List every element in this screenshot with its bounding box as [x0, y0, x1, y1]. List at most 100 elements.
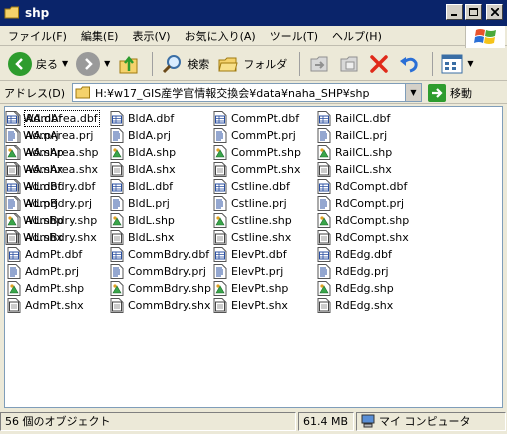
- file-item[interactable]: RdEdg.prj: [317, 263, 389, 280]
- file-item[interactable]: WA.shx: [5, 161, 63, 178]
- address-field[interactable]: H:¥w17_GIS産学官情報交換会¥data¥naha_SHP¥shp ▼: [72, 83, 422, 102]
- folder-icon: [75, 86, 90, 98]
- file-item[interactable]: WA.prj: [5, 127, 59, 144]
- prj-file-icon: [317, 264, 331, 279]
- prj-file-icon: [213, 196, 227, 211]
- prj-file-icon: [110, 264, 124, 279]
- file-name: CommPt.prj: [231, 129, 296, 142]
- file-name: Cstline.dbf: [231, 180, 290, 193]
- file-item[interactable]: RdCompt.shx: [317, 229, 409, 246]
- toolbar-separator: [432, 51, 434, 76]
- up-folder-button[interactable]: [116, 50, 142, 78]
- file-item[interactable]: ElevPt.shx: [213, 297, 288, 314]
- file-item[interactable]: BldL.shp: [110, 212, 175, 229]
- menu-view[interactable]: 表示(V): [132, 28, 170, 44]
- maximize-icon: [469, 8, 478, 16]
- menu-file[interactable]: ファイル(F): [8, 28, 67, 44]
- menu-favorites[interactable]: お気に入り(A): [185, 28, 256, 44]
- file-item[interactable]: BldA.dbf: [110, 110, 174, 127]
- prj-file-icon: [213, 264, 227, 279]
- file-item[interactable]: RailCL.dbf: [317, 110, 390, 127]
- views-dropdown-icon[interactable]: ▼: [467, 59, 473, 68]
- shp-file-icon: [213, 281, 227, 296]
- file-item[interactable]: RailCL.shx: [317, 161, 392, 178]
- title-bar[interactable]: shp: [0, 0, 507, 26]
- menu-edit[interactable]: 編集(E): [81, 28, 119, 44]
- file-item[interactable]: ElevPt.prj: [213, 263, 283, 280]
- back-dropdown-icon[interactable]: ▼: [62, 59, 68, 68]
- file-name: RdCompt.dbf: [335, 180, 408, 193]
- file-item[interactable]: BldA.shp: [110, 144, 176, 161]
- file-item[interactable]: Cstline.shp: [213, 212, 292, 229]
- file-item[interactable]: RdEdg.shx: [317, 297, 393, 314]
- undo-button[interactable]: [396, 50, 422, 78]
- file-item[interactable]: CommPt.prj: [213, 127, 296, 144]
- file-item[interactable]: WL.prj: [5, 195, 58, 212]
- file-item[interactable]: WA.shp: [5, 144, 64, 161]
- file-item[interactable]: RailCL.shp: [317, 144, 392, 161]
- file-item[interactable]: Cstline.dbf: [213, 178, 290, 195]
- file-item[interactable]: BldA.shx: [110, 161, 176, 178]
- file-item[interactable]: RdCompt.dbf: [317, 178, 407, 195]
- shp-file-icon: [213, 145, 227, 160]
- folders-button[interactable]: フォルダ: [215, 50, 289, 78]
- file-name: WL.prj: [23, 197, 59, 210]
- file-item[interactable]: Cstline.shx: [213, 229, 291, 246]
- file-item[interactable]: RdCompt.prj: [317, 195, 404, 212]
- file-item[interactable]: CommBdry.dbf: [110, 246, 209, 263]
- close-button[interactable]: [486, 4, 503, 20]
- file-item[interactable]: ElevPt.dbf: [213, 246, 287, 263]
- file-item[interactable]: AdmPt.prj: [7, 263, 79, 280]
- file-name: AdmPt.dbf: [25, 248, 83, 261]
- file-name: RailCL.dbf: [335, 112, 391, 125]
- forward-dropdown-icon[interactable]: ▼: [104, 59, 110, 68]
- file-item[interactable]: Cstline.prj: [213, 195, 287, 212]
- prj-file-icon: [110, 196, 124, 211]
- file-item[interactable]: RdCompt.shp: [317, 212, 409, 229]
- file-item[interactable]: AdmPt.shx: [7, 297, 84, 314]
- file-item[interactable]: RdEdg.shp: [317, 280, 394, 297]
- move-to-button[interactable]: [306, 50, 332, 78]
- file-name: AdmPt.prj: [25, 265, 80, 278]
- shx-file-icon: [213, 162, 227, 177]
- file-item[interactable]: CommBdry.prj: [110, 263, 206, 280]
- dbf-file-icon: [317, 111, 331, 126]
- file-item[interactable]: WL.shp: [5, 212, 63, 229]
- file-list[interactable]: AdmArea.dbf AdmArea.prj AdmArea.shp AdmArea…: [4, 106, 503, 408]
- file-item[interactable]: BldL.shx: [110, 229, 174, 246]
- copy-to-button[interactable]: [336, 50, 362, 78]
- file-item[interactable]: CommBdry.shx: [110, 297, 211, 314]
- file-item[interactable]: RdEdg.dbf: [317, 246, 392, 263]
- file-name: RdEdg.dbf: [335, 248, 392, 261]
- menu-help[interactable]: ヘルプ(H): [332, 28, 382, 44]
- views-button[interactable]: ▼: [439, 50, 475, 78]
- maximize-button[interactable]: [465, 4, 482, 20]
- prj-file-icon: [317, 196, 331, 211]
- file-item[interactable]: BldA.prj: [110, 127, 171, 144]
- shx-file-icon: [317, 298, 331, 313]
- file-item[interactable]: WL.shx: [5, 229, 63, 246]
- file-item[interactable]: WL.dbf: [5, 178, 61, 195]
- go-button[interactable]: 移動: [428, 83, 472, 102]
- delete-button[interactable]: [366, 50, 392, 78]
- file-item[interactable]: AdmPt.shp: [7, 280, 84, 297]
- minimize-button[interactable]: [446, 4, 463, 20]
- shp-file-icon: [7, 281, 21, 296]
- file-item[interactable]: CommBdry.shp: [110, 280, 211, 297]
- file-item[interactable]: CommPt.dbf: [213, 110, 299, 127]
- address-dropdown-button[interactable]: ▼: [405, 84, 421, 101]
- file-item[interactable]: CommPt.shp: [213, 144, 301, 161]
- menu-tools[interactable]: ツール(T): [270, 28, 318, 44]
- file-item[interactable]: CommPt.shx: [213, 161, 301, 178]
- file-item[interactable]: BldL.dbf: [110, 178, 173, 195]
- forward-button[interactable]: ▼: [74, 50, 112, 78]
- file-item[interactable]: RailCL.prj: [317, 127, 387, 144]
- back-button[interactable]: 戻る ▼: [6, 50, 70, 78]
- prj-file-icon: [110, 128, 124, 143]
- search-button[interactable]: 検索: [159, 50, 211, 78]
- file-item[interactable]: BldL.prj: [110, 195, 170, 212]
- file-item[interactable]: ElevPt.shp: [213, 280, 288, 297]
- file-item[interactable]: WA.dbf: [5, 110, 62, 127]
- file-item[interactable]: AdmPt.dbf: [7, 246, 82, 263]
- file-name: RdCompt.shx: [335, 231, 409, 244]
